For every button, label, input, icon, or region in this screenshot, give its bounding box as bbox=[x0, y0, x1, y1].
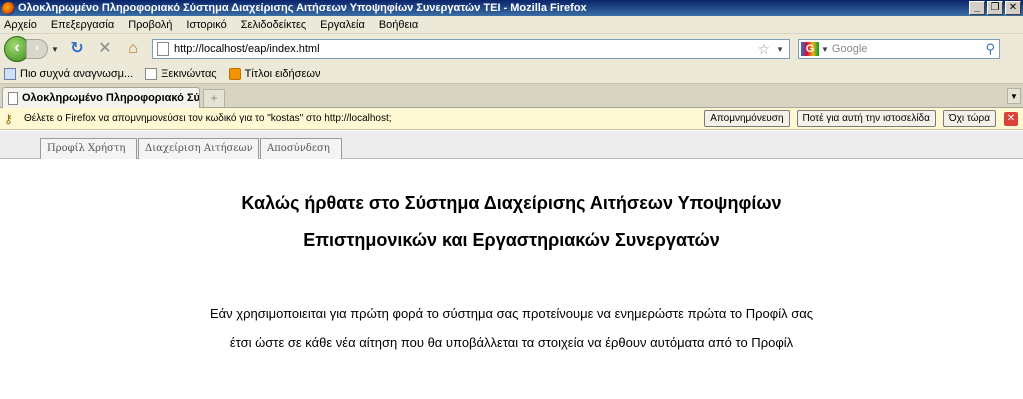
firefox-logo-icon bbox=[2, 1, 15, 15]
not-now-button[interactable]: Όχι τώρα bbox=[942, 110, 996, 127]
window-title-bar: Ολοκληρωμένο Πληροφοριακό Σύστημα Διαχεί… bbox=[0, 0, 1023, 16]
navigation-toolbar: ‹ › ▼ ↻ ✕ ⌂ http://localhost/eap/index.h… bbox=[0, 34, 1023, 64]
tab-manage-applications[interactable]: Διαχείριση Αιτήσεων bbox=[138, 138, 259, 159]
search-bar[interactable]: G ▼ Google ⚲ bbox=[798, 39, 1000, 59]
new-tab-button[interactable]: + bbox=[203, 89, 225, 107]
history-dropdown-button[interactable]: ▼ bbox=[50, 45, 60, 54]
menu-bookmarks[interactable]: Σελιδοδείκτες bbox=[241, 19, 306, 31]
welcome-heading-line2: Επιστημονικών και Εργαστηριακών Συνεργατ… bbox=[303, 230, 720, 250]
stop-icon[interactable]: ✕ bbox=[94, 38, 116, 60]
bookmark-getting-started[interactable]: Ξεκινώντας bbox=[145, 67, 217, 80]
bookmark-label: Ξεκινώντας bbox=[161, 67, 217, 80]
rss-feed-icon bbox=[228, 67, 241, 80]
list-all-tabs-button[interactable]: ▼ bbox=[1007, 88, 1021, 104]
menu-tools[interactable]: Εργαλεία bbox=[320, 19, 365, 31]
page-icon bbox=[8, 91, 18, 105]
app-navigation-tabs: Προφίλ Χρήστη Διαχείριση Αιτήσεων Αποσύν… bbox=[0, 131, 1023, 159]
key-icon: ⚷ bbox=[4, 111, 13, 126]
close-window-button[interactable]: ✕ bbox=[1005, 1, 1021, 15]
window-title: Ολοκληρωμένο Πληροφοριακό Σύστημα Διαχεί… bbox=[18, 2, 587, 14]
forward-arrow-icon: › bbox=[35, 42, 39, 54]
bookmarks-toolbar: Πιο συχνά αναγνωσμ... Ξεκινώντας Τίτλοι … bbox=[0, 64, 1023, 84]
forward-button[interactable]: › bbox=[26, 39, 48, 59]
url-text[interactable]: http://localhost/eap/index.html bbox=[174, 43, 758, 55]
notification-message: Θέλετε ο Firefox να απομνημονεύσει τον κ… bbox=[24, 113, 392, 124]
info-text-line1: Εάν χρησιμοποιειται για πρώτη φορά το σύ… bbox=[209, 306, 814, 321]
url-dropdown-icon[interactable]: ▼ bbox=[776, 45, 784, 54]
menu-help[interactable]: Βοήθεια bbox=[379, 19, 418, 31]
google-engine-icon[interactable]: G bbox=[801, 42, 819, 56]
tab-logout[interactable]: Αποσύνδεση bbox=[260, 138, 342, 159]
menu-history[interactable]: Ιστορικό bbox=[186, 19, 226, 31]
tab-bar: Ολοκληρωμένο Πληροφοριακό Σύστ... + ▼ bbox=[0, 84, 1023, 108]
search-magnifier-icon[interactable]: ⚲ bbox=[985, 41, 995, 57]
close-notification-icon[interactable]: ✕ bbox=[1004, 111, 1018, 126]
menu-view[interactable]: Προβολή bbox=[128, 19, 172, 31]
page-content: Προφίλ Χρήστη Διαχείριση Αιτήσεων Αποσύν… bbox=[0, 131, 1023, 399]
bookmark-label: Πιο συχνά αναγνωσμ... bbox=[20, 67, 134, 80]
page-icon bbox=[157, 42, 169, 56]
page-icon bbox=[145, 67, 158, 80]
password-notification-bar: ⚷ Θέλετε ο Firefox να απομνημονεύσει τον… bbox=[0, 108, 1023, 130]
window-controls: _ ❐ ✕ bbox=[969, 1, 1021, 15]
minimize-button[interactable]: _ bbox=[969, 1, 985, 15]
browser-tab-active[interactable]: Ολοκληρωμένο Πληροφοριακό Σύστ... bbox=[2, 87, 200, 108]
never-for-this-site-button[interactable]: Ποτέ για αυτή την ιστοσελίδα bbox=[796, 110, 936, 127]
address-bar[interactable]: http://localhost/eap/index.html ☆ ▼ bbox=[152, 39, 790, 59]
menu-file[interactable]: Αρχείο bbox=[4, 19, 37, 31]
info-text-line2: έτσι ώστε σε κάθε νέα αίτηση που θα υποβ… bbox=[229, 335, 794, 350]
search-input[interactable]: Google bbox=[832, 43, 986, 55]
bookmark-label: Τίτλοι ειδήσεων bbox=[244, 67, 321, 80]
engine-dropdown-icon[interactable]: ▼ bbox=[821, 45, 829, 54]
remember-password-button[interactable]: Απομνημόνευση bbox=[704, 110, 790, 127]
welcome-heading-line1: Καλώς ήρθατε στο Σύστημα Διαχείρισης Αιτ… bbox=[241, 193, 782, 213]
menu-edit[interactable]: Επεξεργασία bbox=[51, 19, 114, 31]
reload-icon[interactable]: ↻ bbox=[66, 38, 88, 60]
bookmark-star-icon[interactable]: ☆ bbox=[758, 41, 771, 58]
back-arrow-icon: ‹ bbox=[14, 39, 20, 56]
tab-user-profile[interactable]: Προφίλ Χρήστη bbox=[40, 138, 137, 159]
bookmark-headlines[interactable]: Τίτλοι ειδήσεων bbox=[228, 67, 321, 80]
maximize-button[interactable]: ❐ bbox=[987, 1, 1003, 15]
bookmark-most-visited[interactable]: Πιο συχνά αναγνωσμ... bbox=[4, 67, 134, 80]
bookmark-folder-icon bbox=[4, 67, 16, 80]
tab-label: Ολοκληρωμένο Πληροφοριακό Σύστ... bbox=[21, 92, 199, 104]
home-icon[interactable]: ⌂ bbox=[122, 38, 144, 60]
menu-bar: Αρχείο Επεξεργασία Προβολή Ιστορικό Σελι… bbox=[0, 16, 1023, 34]
